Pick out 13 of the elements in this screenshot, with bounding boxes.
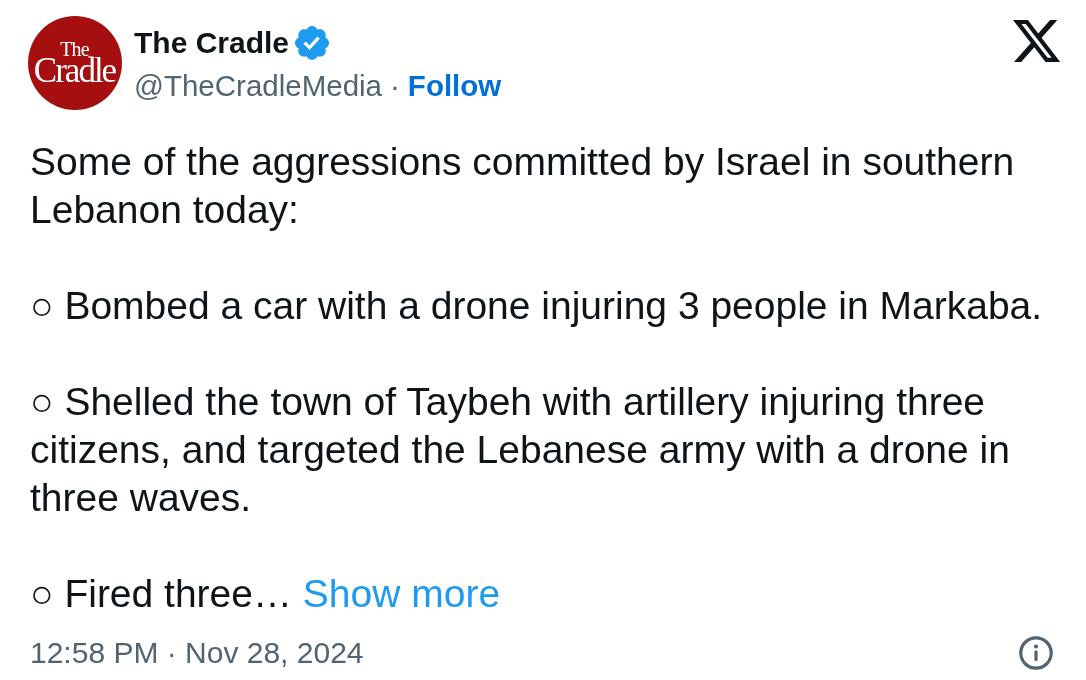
tweet-paragraph: ○ Fired three… Show more <box>30 571 502 617</box>
tweet-paragraph: ○ Bombed a car with a drone injuring 3 people in Markaba. <box>30 283 1044 329</box>
tweet-paragraph: ○ Shelled the town of Taybeh with artillery injuring three citizens, and targeted the Lebanese army with a drone in three waves. <box>30 379 1011 521</box>
account-handle[interactable]: @TheCradleMedia <box>134 69 383 103</box>
follow-link[interactable]: Follow <box>407 69 502 103</box>
info-icon[interactable] <box>1019 636 1053 670</box>
logo-avatar[interactable]: The Cradle <box>28 16 122 110</box>
account-name[interactable]: The Cradle <box>134 26 290 60</box>
x-logo-icon[interactable] <box>1013 20 1060 62</box>
separator-dot: · <box>390 69 400 103</box>
timestamp[interactable]: 12:58 PM · Nov 28, 2024 <box>30 636 364 670</box>
tweet-paragraph: Some of the aggressions committed by Israel in southern Lebanon today: <box>30 139 1016 233</box>
logo-wordmark: The Cradle <box>33 41 116 85</box>
